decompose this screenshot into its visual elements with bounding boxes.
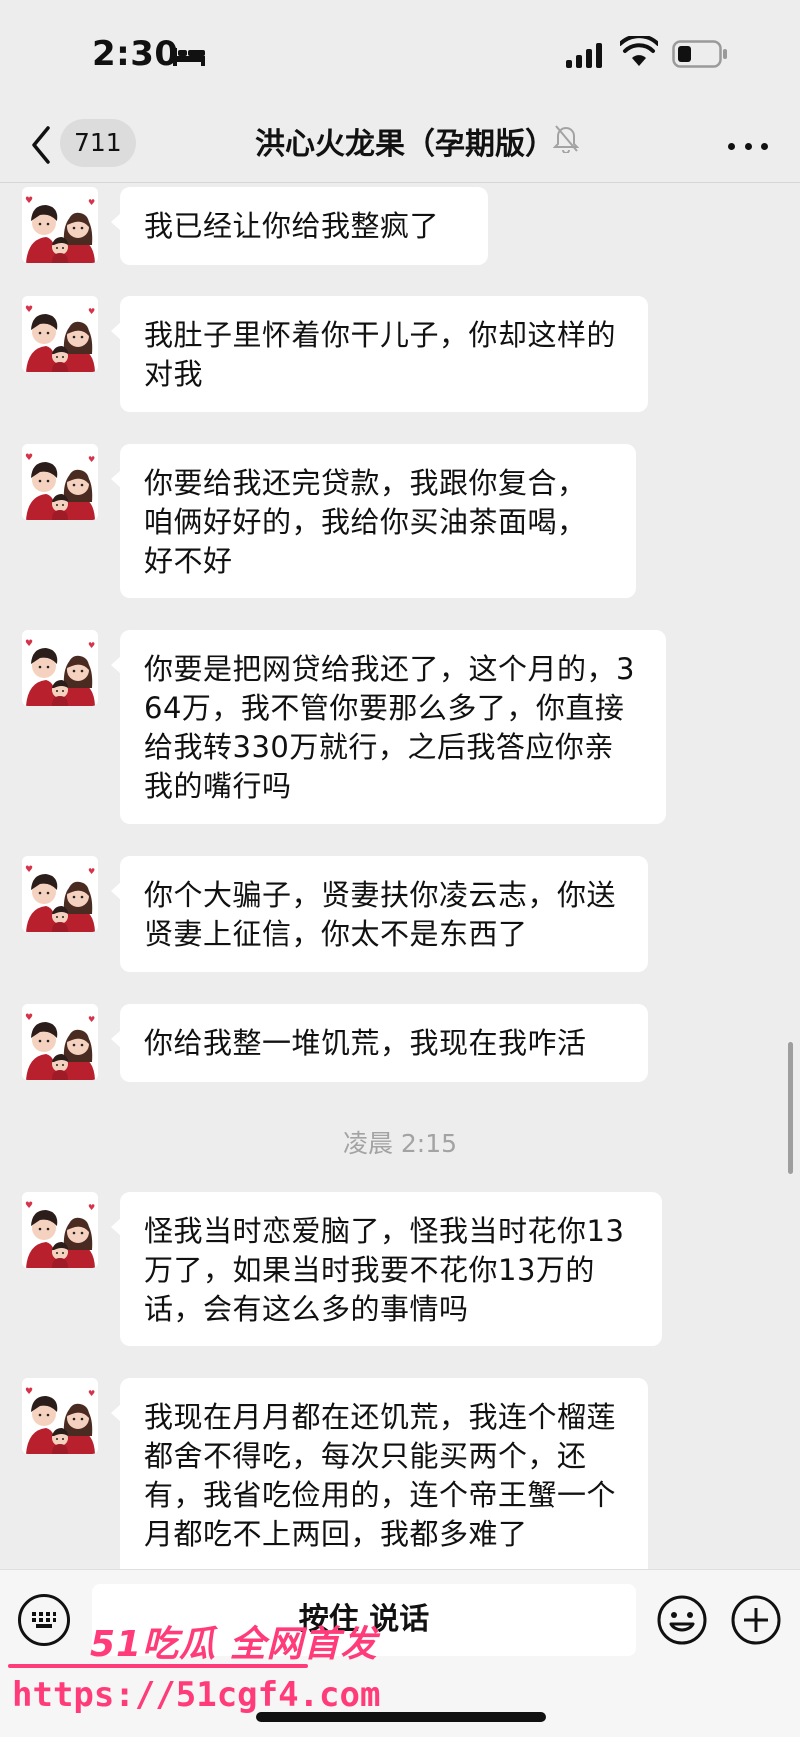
svg-text:♥: ♥ — [88, 455, 95, 464]
home-indicator[interactable] — [256, 1712, 546, 1722]
message-bubble[interactable]: 你要给我还完贷款，我跟你复合，咱俩好好的，我给你买油茶面喝，好不好 — [111, 444, 636, 598]
svg-text:♥: ♥ — [25, 1013, 33, 1023]
scrollbar[interactable] — [788, 1042, 793, 1174]
cellular-signal-icon — [566, 40, 602, 68]
avatar[interactable]: ♥ ♥ — [22, 1192, 98, 1268]
keyboard-icon[interactable] — [18, 1594, 70, 1646]
svg-text:♥: ♥ — [88, 307, 95, 316]
svg-text:♥: ♥ — [88, 867, 95, 876]
message-bubble[interactable]: 你给我整一堆饥荒，我现在我咋活 — [111, 1004, 648, 1082]
emoji-icon[interactable] — [656, 1594, 708, 1646]
svg-text:♥: ♥ — [25, 865, 33, 875]
wifi-icon — [620, 36, 658, 66]
chevron-left-icon[interactable] — [26, 122, 56, 168]
plus-icon[interactable] — [730, 1594, 782, 1646]
message-bubble[interactable]: 怪我当时恋爱脑了，怪我当时花你13万了，如果当时我要不花你13万的话，会有这么多… — [111, 1192, 662, 1346]
battery-icon — [672, 40, 727, 68]
avatar[interactable]: ♥ ♥ — [22, 1004, 98, 1080]
chat-title[interactable]: 洪心火龙果（孕期版） — [240, 120, 570, 170]
chat-header: 711 洪心火龙果（孕期版） — [0, 110, 800, 183]
sleep-bed-icon — [173, 48, 205, 66]
more-icon[interactable] — [728, 128, 768, 164]
watermark-brand: 51吃瓜 全网首发 — [90, 1624, 378, 1665]
message-bubble[interactable]: 你个大骗子，贤妻扶你凌云志，你送贤妻上征信，你太不是东西了 — [111, 856, 648, 972]
unread-count-badge[interactable]: 711 — [60, 119, 136, 167]
avatar[interactable]: ♥ ♥ — [22, 187, 98, 263]
svg-text:♥: ♥ — [88, 198, 95, 207]
message-bubble[interactable]: 我肚子里怀着你干儿子，你却这样的对我 — [111, 296, 648, 412]
watermark-underline — [8, 1664, 308, 1668]
message-list[interactable]: ♥ ♥ 我已经让你给我整疯了 ♥ ♥ 我肚子里怀着你干儿子，你却这样的对我 ♥ … — [0, 183, 800, 1569]
svg-text:♥: ♥ — [88, 1389, 95, 1398]
avatar[interactable]: ♥ ♥ — [22, 444, 98, 520]
avatar[interactable]: ♥ ♥ — [22, 1378, 98, 1454]
message-bubble[interactable]: 我已经让你给我整疯了 — [111, 187, 488, 265]
svg-text:♥: ♥ — [25, 305, 33, 315]
svg-text:♥: ♥ — [25, 453, 33, 463]
message-bubble[interactable]: 我现在月月都在还饥荒，我连个榴莲都舍不得吃，每次只能买两个，还有，我省吃俭用的，… — [111, 1378, 648, 1569]
svg-text:♥: ♥ — [25, 639, 33, 649]
avatar[interactable]: ♥ ♥ — [22, 630, 98, 706]
message-bubble[interactable]: 你要是把网贷给我还了，这个月的，364万，我不管你要那么多了，你直接给我转330… — [111, 630, 666, 824]
svg-text:♥: ♥ — [25, 1201, 33, 1211]
time-divider: 凌晨 2:15 — [342, 1129, 458, 1158]
svg-text:♥: ♥ — [25, 196, 33, 206]
avatar[interactable]: ♥ ♥ — [22, 296, 98, 372]
watermark-url: https://51cgf4.com — [12, 1675, 381, 1715]
svg-text:♥: ♥ — [88, 1203, 95, 1212]
svg-text:♥: ♥ — [88, 1015, 95, 1024]
bell-slash-icon — [553, 125, 579, 153]
status-time: 2:30 — [92, 34, 179, 74]
avatar[interactable]: ♥ ♥ — [22, 856, 98, 932]
svg-text:♥: ♥ — [25, 1387, 33, 1397]
status-bar: 2:30 — [0, 0, 800, 110]
svg-text:♥: ♥ — [88, 641, 95, 650]
